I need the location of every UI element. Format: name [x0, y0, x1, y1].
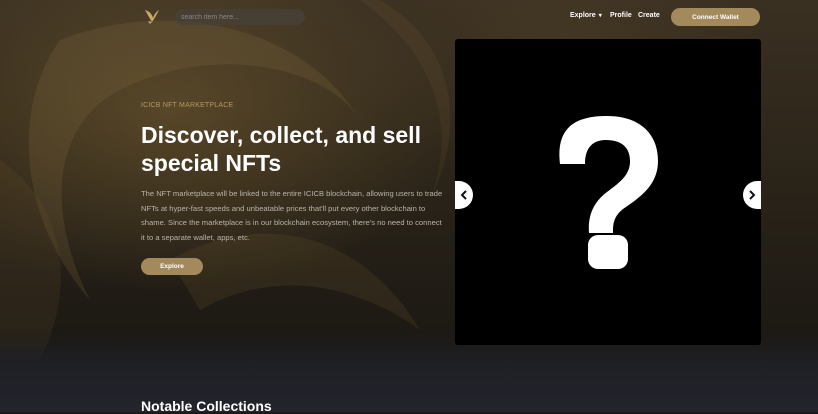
- chevron-down-icon: ▾: [598, 13, 602, 19]
- nav-profile[interactable]: Profile: [610, 12, 632, 19]
- bird-logo-icon[interactable]: [143, 7, 161, 25]
- nav-explore[interactable]: Explore ▾: [570, 12, 602, 19]
- question-mark-icon[interactable]: [455, 39, 761, 345]
- hero-eyebrow: ICICB NFT MARKETPLACE: [141, 102, 234, 109]
- nav-explore-label: Explore: [570, 12, 596, 19]
- hero-description: The NFT marketplace will be linked to th…: [141, 189, 443, 242]
- top-navbar: Explore▾ Profile Create Connect Wallet: [0, 0, 818, 34]
- connect-wallet-button[interactable]: Connect Wallet: [671, 8, 760, 26]
- explore-button[interactable]: Explore: [141, 258, 203, 275]
- chevron-right-icon: [749, 190, 756, 200]
- chevron-left-icon: [460, 190, 467, 200]
- nft-carousel: [455, 39, 761, 345]
- search-input[interactable]: [175, 9, 305, 25]
- hero-headline: Discover, collect, and sell special NFTs: [141, 122, 421, 176]
- nav-create[interactable]: Create: [638, 12, 660, 19]
